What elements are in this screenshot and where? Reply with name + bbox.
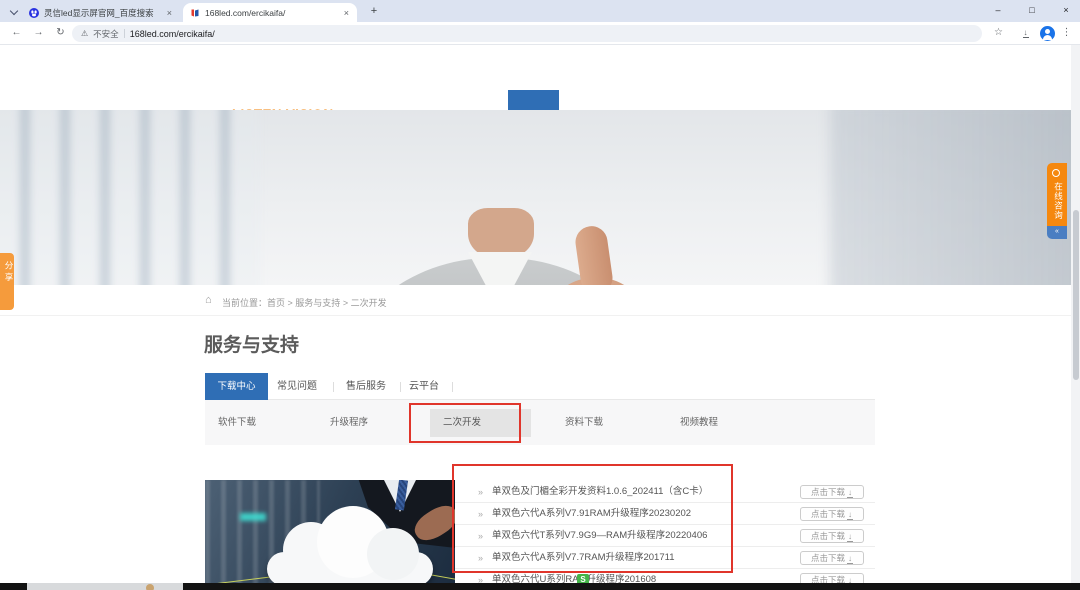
cloud-computing-photo	[205, 480, 455, 590]
cloud-photo-glow	[240, 513, 266, 521]
download-subnav: 软件下载 升级程序 二次开发 资料下载 视频教程	[205, 400, 875, 445]
reload-button[interactable]: ↻	[52, 25, 69, 42]
banner-background-right	[830, 110, 1080, 285]
taskbar-app-segment[interactable]	[27, 583, 183, 590]
page-title: 服务与支持	[204, 330, 299, 357]
subnav-item-materials[interactable]: 资料下载	[565, 400, 603, 445]
breadcrumb-separator: >	[340, 298, 350, 308]
breadcrumb-current: 二次开发	[351, 298, 387, 308]
downloads-icon[interactable]: ↓	[1016, 25, 1033, 42]
subnav-item-software[interactable]: 软件下载	[218, 400, 256, 445]
tab-after-sales[interactable]: 售后服务	[346, 373, 386, 400]
hero-banner-image	[0, 110, 1080, 285]
browser-toolbar: ← → ↻ ⚠ 不安全 168led.com/ercikaifa/ ☆ ↓ ⋮	[0, 22, 1080, 45]
annotation-red-box-list	[452, 464, 733, 573]
breadcrumb-bar: ⌂ 当前位置：首页 > 服务与支持 > 二次开发	[0, 285, 1080, 316]
download-button[interactable]: 点击下载↓	[800, 529, 864, 543]
annotation-red-box-subnav	[409, 403, 521, 443]
new-tab-button[interactable]: +	[366, 4, 382, 20]
tab-search-chevron-icon[interactable]	[8, 5, 20, 17]
download-arrow-icon: ↓	[847, 489, 853, 498]
breadcrumb-prefix: 当前位置：	[222, 298, 267, 308]
not-secure-warning-icon: ⚠	[81, 29, 88, 38]
baidu-favicon	[29, 8, 39, 18]
address-bar[interactable]: ⚠ 不安全 168led.com/ercikaifa/	[72, 25, 982, 42]
banner-office-background	[0, 110, 260, 285]
window-close-button[interactable]: ×	[1053, 0, 1079, 21]
section-tabs: 下载中心 常见问题 售后服务 云平台	[205, 373, 875, 400]
back-button[interactable]: ←	[8, 25, 25, 42]
thumbs-up-thumb	[573, 224, 614, 285]
windows-taskbar	[0, 583, 1080, 590]
breadcrumb-separator: >	[285, 298, 295, 308]
tab-title: 168led.com/ercikaifa/	[205, 8, 338, 18]
download-button[interactable]: 点击下载↓	[800, 507, 864, 521]
download-arrow-icon: ↓	[847, 533, 853, 542]
browser-tab-strip: 灵信led显示屏官网_百度搜索 × 168led.com/ercikaifa/ …	[0, 0, 1080, 22]
tab-separator	[452, 382, 453, 392]
page-scrollbar-thumb[interactable]	[1073, 210, 1079, 380]
browser-tab-baidu[interactable]: 灵信led显示屏官网_百度搜索 ×	[22, 3, 180, 22]
menu-kebab-icon[interactable]: ⋮	[1058, 25, 1075, 42]
home-icon[interactable]: ⌂	[205, 294, 212, 306]
download-button[interactable]: 点击下载↓	[800, 485, 864, 499]
online-consult-widget[interactable]: 在线咨询	[1047, 163, 1067, 226]
omnibox-divider	[124, 29, 125, 38]
breadcrumb: 当前位置：首页 > 服务与支持 > 二次开发	[222, 296, 387, 309]
tab-title: 灵信led显示屏官网_百度搜索	[44, 7, 161, 19]
tab-separator	[400, 382, 401, 392]
forward-button[interactable]: →	[30, 25, 47, 42]
tab-separator	[333, 382, 334, 392]
consult-icon	[1052, 169, 1060, 177]
window-minimize-button[interactable]: –	[985, 0, 1011, 21]
download-arrow-icon: ↓	[847, 511, 853, 520]
window-maximize-button[interactable]: □	[1019, 0, 1045, 21]
download-button[interactable]: 点击下载↓	[800, 551, 864, 565]
site-header: LISTEN VISION innovation · persistence 网…	[0, 45, 1080, 110]
share-widget[interactable]: 分享	[0, 253, 14, 310]
tab-close-icon[interactable]: ×	[343, 8, 350, 18]
share-label: 分享	[3, 261, 15, 284]
url-text: 168led.com/ercikaifa/	[130, 29, 215, 39]
ime-menu-dots-icon[interactable]: ⋮	[591, 573, 598, 581]
consult-label: 在线咨询	[1053, 182, 1065, 220]
breadcrumb-link-service[interactable]: 服务与支持	[295, 298, 340, 308]
security-label: 不安全	[93, 28, 119, 40]
subnav-item-videos[interactable]: 视频教程	[680, 400, 718, 445]
consult-collapse-button[interactable]: «	[1047, 226, 1067, 239]
listenvision-favicon	[190, 8, 200, 18]
profile-avatar[interactable]	[1040, 26, 1055, 41]
cloud-shape	[367, 528, 419, 580]
screen: 灵信led显示屏官网_百度搜索 × 168led.com/ercikaifa/ …	[0, 0, 1080, 590]
tab-download-center[interactable]: 下载中心	[205, 373, 268, 400]
browser-tab-168led[interactable]: 168led.com/ercikaifa/ ×	[183, 3, 357, 22]
taskbar-app-icon[interactable]	[146, 584, 154, 590]
download-arrow-icon: ↓	[847, 555, 853, 564]
subnav-item-upgrade[interactable]: 升级程序	[330, 400, 368, 445]
tab-cloud-platform[interactable]: 云平台	[409, 373, 439, 400]
tab-faq[interactable]: 常见问题	[277, 373, 317, 400]
breadcrumb-link-home[interactable]: 首页	[267, 298, 285, 308]
bookmark-star-icon[interactable]: ☆	[990, 25, 1007, 42]
tab-close-icon[interactable]: ×	[166, 8, 173, 18]
